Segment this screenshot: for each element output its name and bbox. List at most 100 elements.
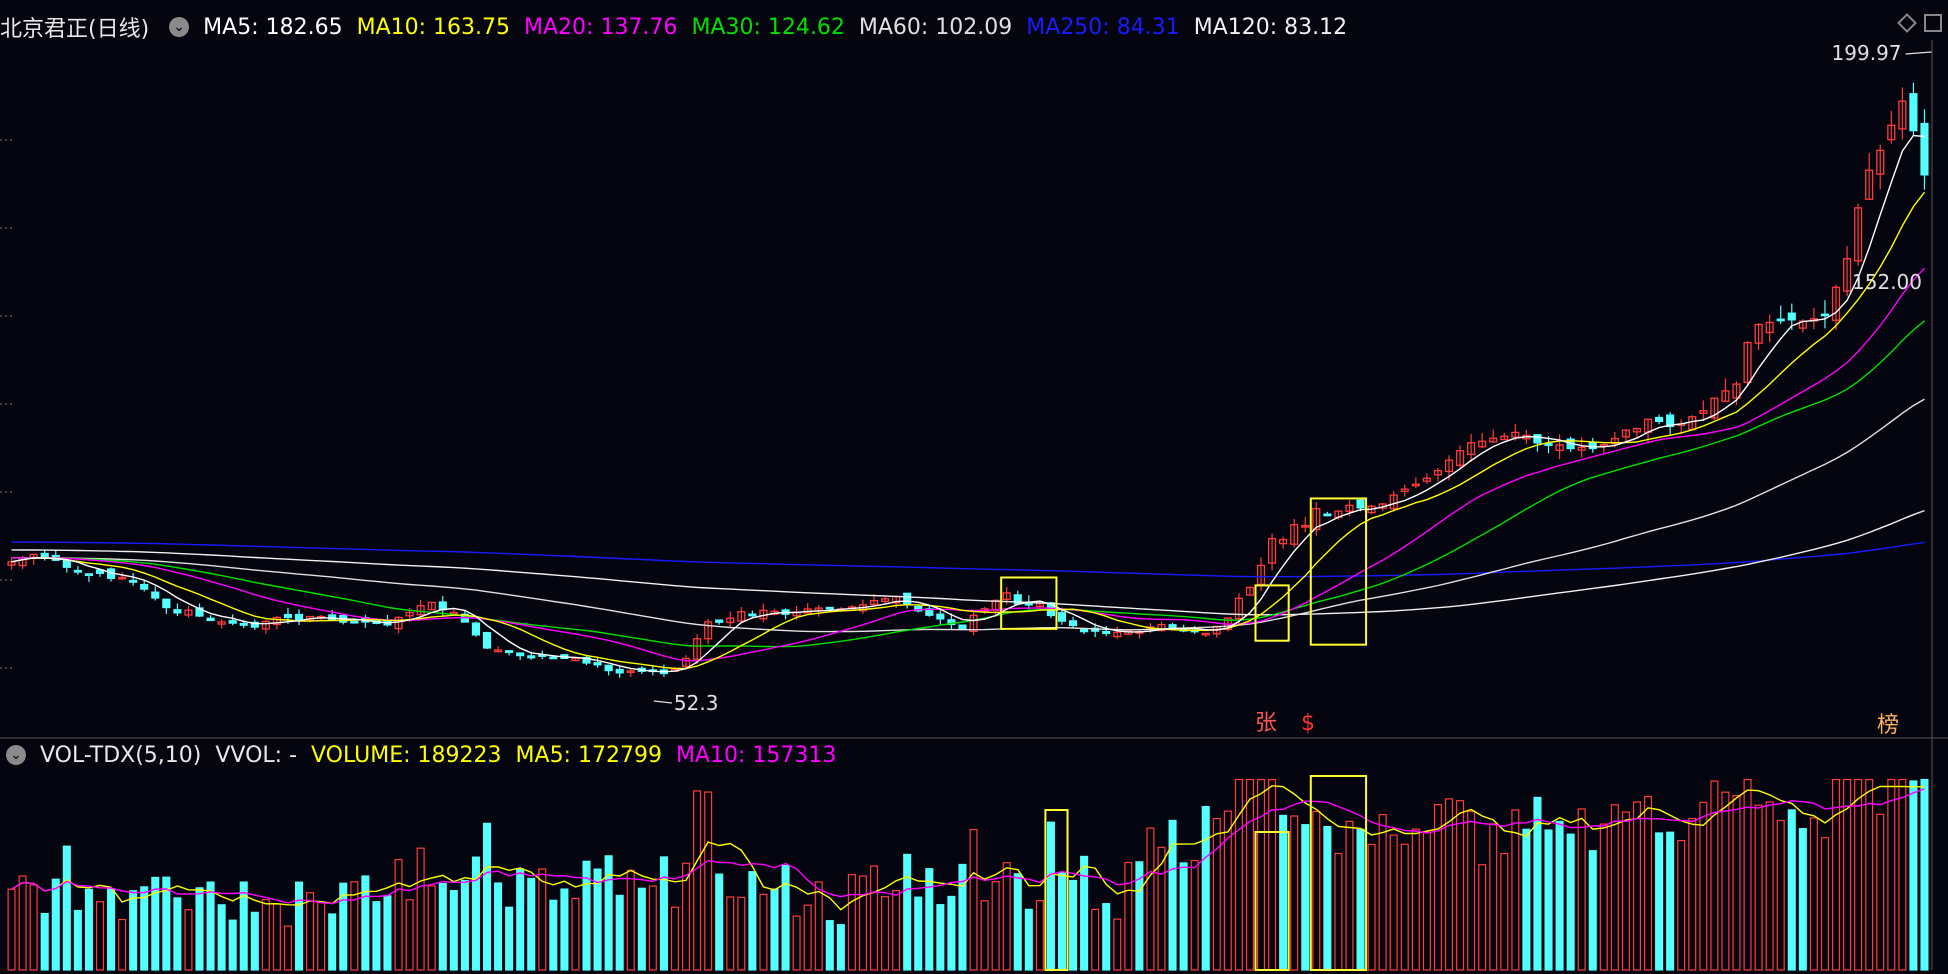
candle-body	[84, 573, 94, 577]
volume-bar	[449, 890, 458, 971]
candle-body	[604, 664, 613, 672]
right-price-label: 152.00	[1852, 270, 1922, 294]
candle-body	[1920, 122, 1929, 176]
candle-body	[1533, 434, 1542, 444]
candle-body	[228, 620, 237, 624]
volume-bar	[1168, 819, 1177, 971]
candle-body	[206, 617, 215, 622]
candle-body	[140, 583, 149, 590]
ma120-line	[11, 509, 1925, 616]
volume-bar	[604, 855, 613, 971]
ma5-line	[11, 134, 1925, 673]
marker-bang: 榜	[1877, 713, 1899, 738]
candle-body	[1655, 416, 1664, 423]
volume-bar	[1234, 778, 1243, 971]
volume-bar	[1256, 778, 1266, 971]
volume-bar	[1644, 795, 1653, 971]
volume-bar	[1820, 837, 1829, 971]
volume-bar	[759, 893, 768, 971]
volume-bar	[1002, 862, 1011, 971]
volume-bar	[1389, 834, 1398, 971]
volume-bar	[947, 895, 956, 971]
volume-bar	[1798, 828, 1807, 971]
ma30-line	[11, 320, 1925, 648]
volume-bar	[1655, 832, 1664, 971]
candle-body	[516, 652, 525, 657]
volume-bar	[1555, 820, 1564, 971]
volume-bar	[1245, 778, 1254, 971]
volume-bar	[726, 896, 735, 971]
volume-bar	[1599, 823, 1608, 971]
volume-bar	[1887, 778, 1896, 971]
volume-bar	[1776, 819, 1785, 971]
volume-bar	[328, 913, 337, 971]
volume-bar	[825, 920, 834, 971]
volume-bar	[1024, 908, 1033, 971]
volume-bar	[1710, 780, 1719, 971]
volume-bar	[1323, 826, 1332, 971]
volume-bar	[1566, 833, 1575, 971]
volume-bar	[1809, 817, 1818, 971]
volume-bar	[980, 900, 989, 971]
volume-bar	[217, 904, 226, 971]
volume-bar	[118, 918, 127, 971]
candle-body	[936, 613, 945, 620]
volume-bar	[1489, 823, 1498, 971]
volume-bar	[1146, 827, 1155, 971]
volume-bar	[1621, 811, 1630, 971]
volume-bar	[803, 904, 812, 971]
volume-bar	[228, 919, 237, 971]
volume-bar	[1356, 828, 1365, 971]
candle-body	[1057, 612, 1067, 622]
volume-bar	[1787, 809, 1796, 971]
volume-bar	[1223, 810, 1232, 971]
candle-body	[471, 622, 481, 636]
volume-bar	[272, 903, 281, 971]
volume-bar	[1080, 855, 1089, 971]
volume-bar	[1400, 843, 1409, 971]
volume-bar	[847, 874, 856, 971]
volume-bar	[516, 868, 525, 971]
volume-bar	[1920, 778, 1929, 971]
candle-body	[958, 624, 967, 630]
candle-body	[1909, 93, 1918, 132]
candle-body	[73, 569, 82, 573]
volume-bar	[1666, 831, 1675, 971]
marker-s: $	[1301, 711, 1315, 736]
volume-bar	[1688, 817, 1697, 971]
volume-bar	[670, 906, 680, 971]
volume-bar	[715, 873, 724, 971]
volume-bar	[693, 790, 702, 971]
volume-bar	[29, 884, 38, 971]
volume-bar	[394, 858, 403, 971]
volume-bar	[527, 877, 536, 971]
high-price-label: 199.97	[1832, 41, 1902, 65]
candle-body	[62, 559, 71, 568]
volume-bar	[1865, 778, 1874, 971]
volume-bar	[1334, 852, 1343, 971]
volume-bar	[1013, 873, 1022, 971]
volume-bar	[173, 897, 182, 971]
volume-bar	[1268, 778, 1277, 971]
volume-bar	[1456, 800, 1465, 971]
volume-bar	[18, 875, 27, 971]
candle-body	[527, 655, 536, 659]
volume-bar	[7, 888, 16, 971]
candle-body	[825, 606, 834, 610]
candle-body	[438, 601, 447, 611]
volume-bar	[1467, 810, 1476, 971]
volume-bar	[95, 901, 105, 971]
volume-bar	[1345, 820, 1354, 971]
candle-body	[162, 598, 171, 609]
volume-bar	[427, 885, 436, 971]
candle-body	[1776, 318, 1785, 322]
volume-bar	[361, 875, 370, 971]
volume-bar	[1290, 815, 1299, 971]
volume-bar	[538, 868, 547, 971]
volume-bar	[1057, 871, 1067, 971]
volume-bar	[1190, 859, 1199, 971]
volume-bar	[925, 868, 934, 971]
kline-chart[interactable]: 199.97 52.3 152.00 张 $ 榜	[0, 0, 1948, 974]
volume-bar	[737, 896, 746, 971]
volume-bar	[206, 881, 215, 971]
